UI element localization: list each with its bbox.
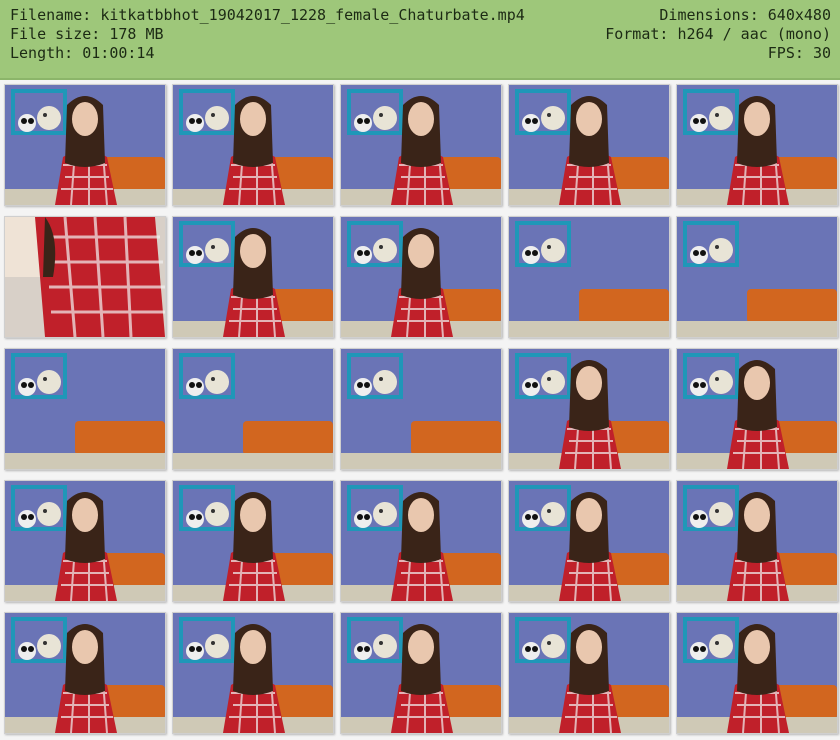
frame-image — [5, 217, 165, 337]
thumbnail-grid — [0, 82, 840, 740]
length-row: Length: 01:00:14 — [10, 43, 155, 63]
video-frame-thumbnail — [340, 216, 502, 338]
frame-image — [173, 481, 333, 601]
frame-image — [341, 349, 501, 469]
frame-image — [5, 481, 165, 601]
filesize-row: File size: 178 MB — [10, 24, 164, 44]
video-frame-thumbnail — [508, 480, 670, 602]
video-frame-thumbnail — [4, 480, 166, 602]
frame-image — [677, 613, 837, 733]
video-frame-thumbnail — [4, 84, 166, 206]
video-frame-thumbnail — [676, 612, 838, 734]
dimensions-label: Dimensions: — [659, 6, 759, 24]
frame-image — [173, 85, 333, 205]
video-frame-thumbnail — [508, 612, 670, 734]
video-frame-thumbnail — [676, 480, 838, 602]
video-frame-thumbnail — [508, 216, 670, 338]
video-frame-thumbnail — [676, 216, 838, 338]
frame-image — [5, 85, 165, 205]
format-value: h264 / aac (mono) — [677, 25, 831, 43]
length-value: 01:00:14 — [82, 44, 155, 62]
fps-row: FPS: 30 — [768, 43, 831, 63]
frame-image — [509, 613, 669, 733]
frame-image — [173, 613, 333, 733]
format-row: Format: h264 / aac (mono) — [605, 24, 831, 44]
video-frame-thumbnail — [340, 612, 502, 734]
video-frame-thumbnail — [172, 84, 334, 206]
video-frame-thumbnail — [676, 84, 838, 206]
frame-image — [677, 217, 837, 337]
filesize-value: 178 MB — [109, 25, 164, 43]
frame-image — [5, 349, 165, 469]
video-frame-thumbnail — [172, 216, 334, 338]
frame-image — [509, 217, 669, 337]
dimensions-value: 640x480 — [767, 6, 831, 24]
dimensions-row: Dimensions: 640x480 — [659, 5, 831, 25]
video-frame-thumbnail — [340, 480, 502, 602]
video-frame-thumbnail — [340, 348, 502, 470]
video-frame-thumbnail — [172, 348, 334, 470]
frame-image — [341, 85, 501, 205]
frame-image — [5, 613, 165, 733]
video-frame-thumbnail — [508, 84, 670, 206]
video-frame-thumbnail — [172, 612, 334, 734]
frame-image — [509, 349, 669, 469]
frame-image — [341, 217, 501, 337]
fps-label: FPS: — [767, 44, 804, 62]
frame-image — [509, 85, 669, 205]
frame-image — [341, 481, 501, 601]
frame-image — [677, 349, 837, 469]
frame-image — [677, 481, 837, 601]
length-label: Length: — [10, 44, 74, 62]
filename-label: Filename: — [10, 6, 92, 24]
video-frame-thumbnail — [508, 348, 670, 470]
frame-image — [677, 85, 837, 205]
info-header: Filename: kitkatbbhot_19042017_1228_fema… — [0, 0, 840, 80]
frame-image — [173, 349, 333, 469]
fps-value: 30 — [812, 44, 831, 62]
frame-image — [341, 613, 501, 733]
filesize-label: File size: — [10, 25, 101, 43]
video-frame-thumbnail — [4, 348, 166, 470]
frame-image — [173, 217, 333, 337]
video-frame-thumbnail — [340, 84, 502, 206]
video-frame-thumbnail — [4, 216, 166, 338]
format-label: Format: — [605, 25, 669, 43]
video-frame-thumbnail — [172, 480, 334, 602]
video-frame-thumbnail — [676, 348, 838, 470]
frame-image — [509, 481, 669, 601]
video-frame-thumbnail — [4, 612, 166, 734]
filename-value: kitkatbbhot_19042017_1228_female_Chaturb… — [100, 6, 525, 24]
filename-row: Filename: kitkatbbhot_19042017_1228_fema… — [10, 5, 525, 25]
